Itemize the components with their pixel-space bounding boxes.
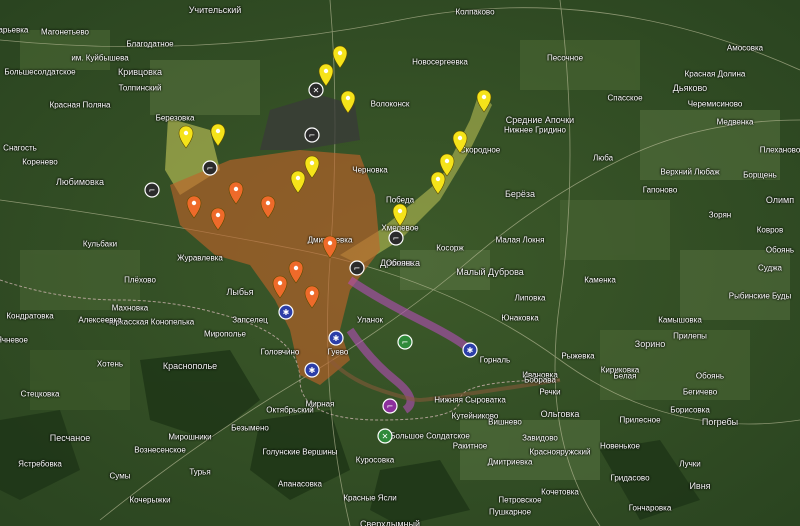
yellow-pin-icon[interactable] [430,171,446,195]
svg-text:✱: ✱ [467,346,474,355]
orange-pin-icon[interactable] [210,207,226,231]
orange-pin-icon[interactable] [288,260,304,284]
svg-text:✱: ✱ [333,334,340,343]
orange-pin-icon[interactable] [322,235,338,259]
orange-pin-icon[interactable] [186,195,202,219]
yellow-pin-icon[interactable] [340,90,356,114]
yellow-pin-icon[interactable] [439,153,455,177]
svg-text:✕: ✕ [382,432,389,441]
yellow-pin-icon[interactable] [452,130,468,154]
svg-text:⌐: ⌐ [402,338,409,347]
yellow-pin-icon[interactable] [304,155,320,179]
yellow-pin-icon[interactable] [476,89,492,113]
close-icon[interactable]: ✕ [308,82,324,98]
orange-pin-icon[interactable] [272,275,288,299]
yellow-pin-icon[interactable] [318,63,334,87]
satellite-map[interactable]: УчительскийКолпаковоМарьевкаАмосовкаМаго… [0,0,800,526]
blue-badge-icon[interactable]: ✱ [278,304,294,320]
weapon-icon[interactable]: ⌐ [382,398,398,414]
yellow-pin-icon[interactable] [332,45,348,69]
svg-text:⌐: ⌐ [393,234,400,243]
yellow-pin-icon[interactable] [290,170,306,194]
weapon-icon[interactable]: ⌐ [202,160,218,176]
blue-badge-icon[interactable]: ✱ [304,362,320,378]
weapon-icon[interactable]: ⌐ [397,334,413,350]
yellow-pin-icon[interactable] [392,203,408,227]
blue-badge-icon[interactable]: ✱ [328,330,344,346]
svg-text:✱: ✱ [309,366,316,375]
blue-badge-icon[interactable]: ✱ [462,342,478,358]
orange-pin-icon[interactable] [228,181,244,205]
marker-layer[interactable]: ✱ ✱ ✱ ✱ ⌐ ⌐ ⌐ ⌐ ⌐ ✕ ✕ ⌐ ⌐ [0,0,800,526]
close-icon[interactable]: ✕ [377,428,393,444]
svg-text:✱: ✱ [283,308,290,317]
svg-text:⌐: ⌐ [149,186,156,195]
yellow-pin-icon[interactable] [210,123,226,147]
svg-text:✕: ✕ [313,86,320,95]
orange-pin-icon[interactable] [260,195,276,219]
svg-text:⌐: ⌐ [387,402,394,411]
weapon-icon[interactable]: ⌐ [388,230,404,246]
weapon-icon[interactable]: ⌐ [349,260,365,276]
svg-text:⌐: ⌐ [354,264,361,273]
yellow-pin-icon[interactable] [178,125,194,149]
svg-text:⌐: ⌐ [309,131,316,140]
orange-pin-icon[interactable] [304,285,320,309]
svg-text:⌐: ⌐ [207,164,214,173]
weapon-icon[interactable]: ⌐ [304,127,320,143]
weapon-icon[interactable]: ⌐ [144,182,160,198]
